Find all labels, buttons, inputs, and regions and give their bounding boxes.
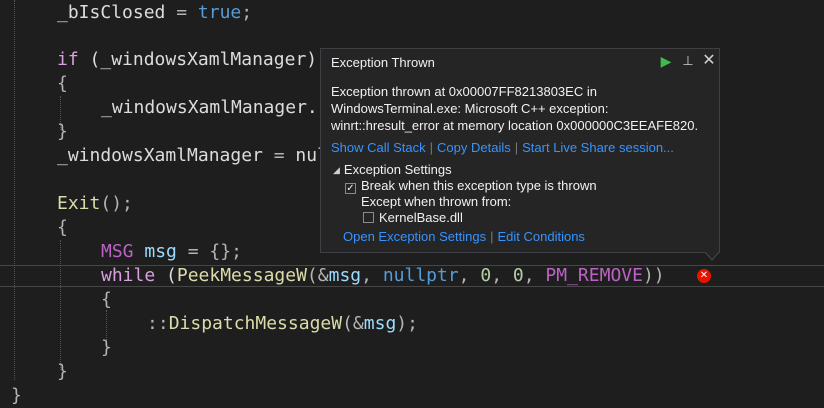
code-line: ::DispatchMessageW(&msg); (147, 312, 418, 336)
code-token: ; (241, 2, 253, 23)
indent-guide (14, 0, 15, 380)
code-token: ( (155, 265, 177, 286)
code-token: ) (306, 49, 318, 70)
code-token: = (273, 145, 285, 166)
code-token: } (101, 337, 112, 358)
code-token: ( (78, 49, 101, 70)
code-line: } (57, 360, 68, 384)
code-token: , (361, 265, 372, 286)
break-on-throw-row[interactable]: ✓ Break when this exception type is throw… (345, 178, 597, 194)
code-line: } (57, 120, 68, 144)
code-token: _windowsXamlManager (100, 49, 307, 70)
exception-message: Exception thrown at 0x00007FF8213803EC i… (331, 83, 711, 134)
break-on-throw-label: Break when this exception type is thrown (361, 178, 597, 193)
code-token: (); (100, 193, 133, 214)
code-token: = (187, 241, 199, 262)
code-token: :: (147, 313, 169, 334)
code-token: { (57, 217, 68, 238)
exception-error-icon[interactable]: ✕ (697, 269, 711, 283)
link-separator: | (429, 140, 434, 155)
code-token: msg (144, 241, 177, 262)
copy-details-link[interactable]: Copy Details (437, 140, 511, 155)
code-token: , (523, 265, 535, 286)
message-line: Exception thrown at 0x00007FF8213803EC i… (331, 84, 597, 99)
collapse-triangle-icon: ◢ (333, 165, 340, 175)
code-token: msg (328, 265, 362, 286)
code-line: { (57, 216, 68, 240)
code-token: msg (363, 313, 397, 334)
code-token: } (57, 121, 68, 142)
settings-links: Open Exception Settings | Edit Conditions (343, 229, 585, 244)
kernelbase-checkbox[interactable] (363, 212, 374, 223)
code-line: if (_windowsXamlManager) (57, 48, 317, 72)
exception-settings-header: Exception Settings (343, 162, 452, 177)
continue-icon[interactable]: ▶ (657, 52, 675, 70)
action-links: Show Call Stack | Copy Details | Start Live … (331, 140, 674, 155)
code-token: , (458, 265, 470, 286)
code-token: ); (396, 313, 418, 334)
code-token: if (57, 49, 79, 70)
pin-icon[interactable]: ⊥ (679, 52, 697, 70)
code-token: MSG (101, 241, 134, 262)
show-call-stack-link[interactable]: Show Call Stack (331, 140, 426, 155)
code-line: Exit(); (57, 192, 133, 216)
kernelbase-label: KernelBase.dll (379, 210, 463, 225)
indent-guide (60, 240, 61, 370)
popup-title: Exception Thrown (331, 55, 435, 70)
code-line: } (101, 336, 112, 360)
popup-pointer-fill (705, 251, 719, 259)
code-line: { (57, 72, 68, 96)
code-token: while (101, 265, 156, 286)
code-token: = (176, 2, 188, 23)
code-token: , (491, 265, 503, 286)
code-token: _windowsXamlManager. (101, 97, 318, 118)
code-token: DispatchMessageW (168, 313, 343, 334)
link-separator: | (490, 229, 494, 244)
code-token: { (101, 289, 112, 310)
code-token: _bIsClosed (57, 2, 177, 23)
code-token: 0 (512, 265, 524, 286)
code-line: _windowsXamlManager. (101, 96, 318, 120)
message-line: winrt::hresult_error at memory location … (331, 118, 699, 133)
code-token: PM_REMOVE (545, 265, 643, 286)
code-token: { (57, 73, 68, 94)
code-token: Exit (57, 193, 101, 214)
message-line: WindowsTerminal.exe: Microsoft C++ excep… (331, 101, 609, 116)
code-token: )) (642, 265, 665, 286)
break-on-throw-checkbox[interactable]: ✓ (345, 183, 356, 194)
kernelbase-row[interactable]: KernelBase.dll (363, 210, 463, 225)
code-line: MSG msg = {}; (101, 240, 242, 264)
code-token: (& (306, 265, 329, 286)
except-when-label: Except when thrown from: (361, 194, 512, 209)
code-token: PeekMessageW (176, 265, 307, 286)
open-exception-settings-link[interactable]: Open Exception Settings (343, 229, 486, 244)
code-token: } (57, 361, 68, 382)
code-token: 0 (480, 265, 492, 286)
close-icon[interactable]: ✕ (700, 52, 718, 70)
link-separator: | (514, 140, 519, 155)
code-token: true (197, 2, 242, 23)
code-token: } (11, 385, 22, 406)
code-token: {}; (209, 241, 242, 262)
code-token: (& (342, 313, 364, 334)
code-token: nullptr (382, 265, 459, 286)
code-line: { (101, 288, 112, 312)
edit-conditions-link[interactable]: Edit Conditions (497, 229, 584, 244)
exception-popup: Exception Thrown ▶ ⊥ ✕ Exception thrown … (320, 48, 720, 253)
code-line: _windowsXamlManager = nul (57, 144, 328, 168)
code-token: _windowsXamlManager (57, 145, 274, 166)
code-line: while (PeekMessageW(&msg, nullptr, 0, 0,… (101, 264, 665, 288)
live-share-link[interactable]: Start Live Share session... (522, 140, 674, 155)
code-line: _bIsClosed = true; (57, 1, 252, 25)
code-line: } (11, 384, 22, 408)
exception-settings-toggle[interactable]: ◢ Exception Settings (333, 162, 452, 177)
